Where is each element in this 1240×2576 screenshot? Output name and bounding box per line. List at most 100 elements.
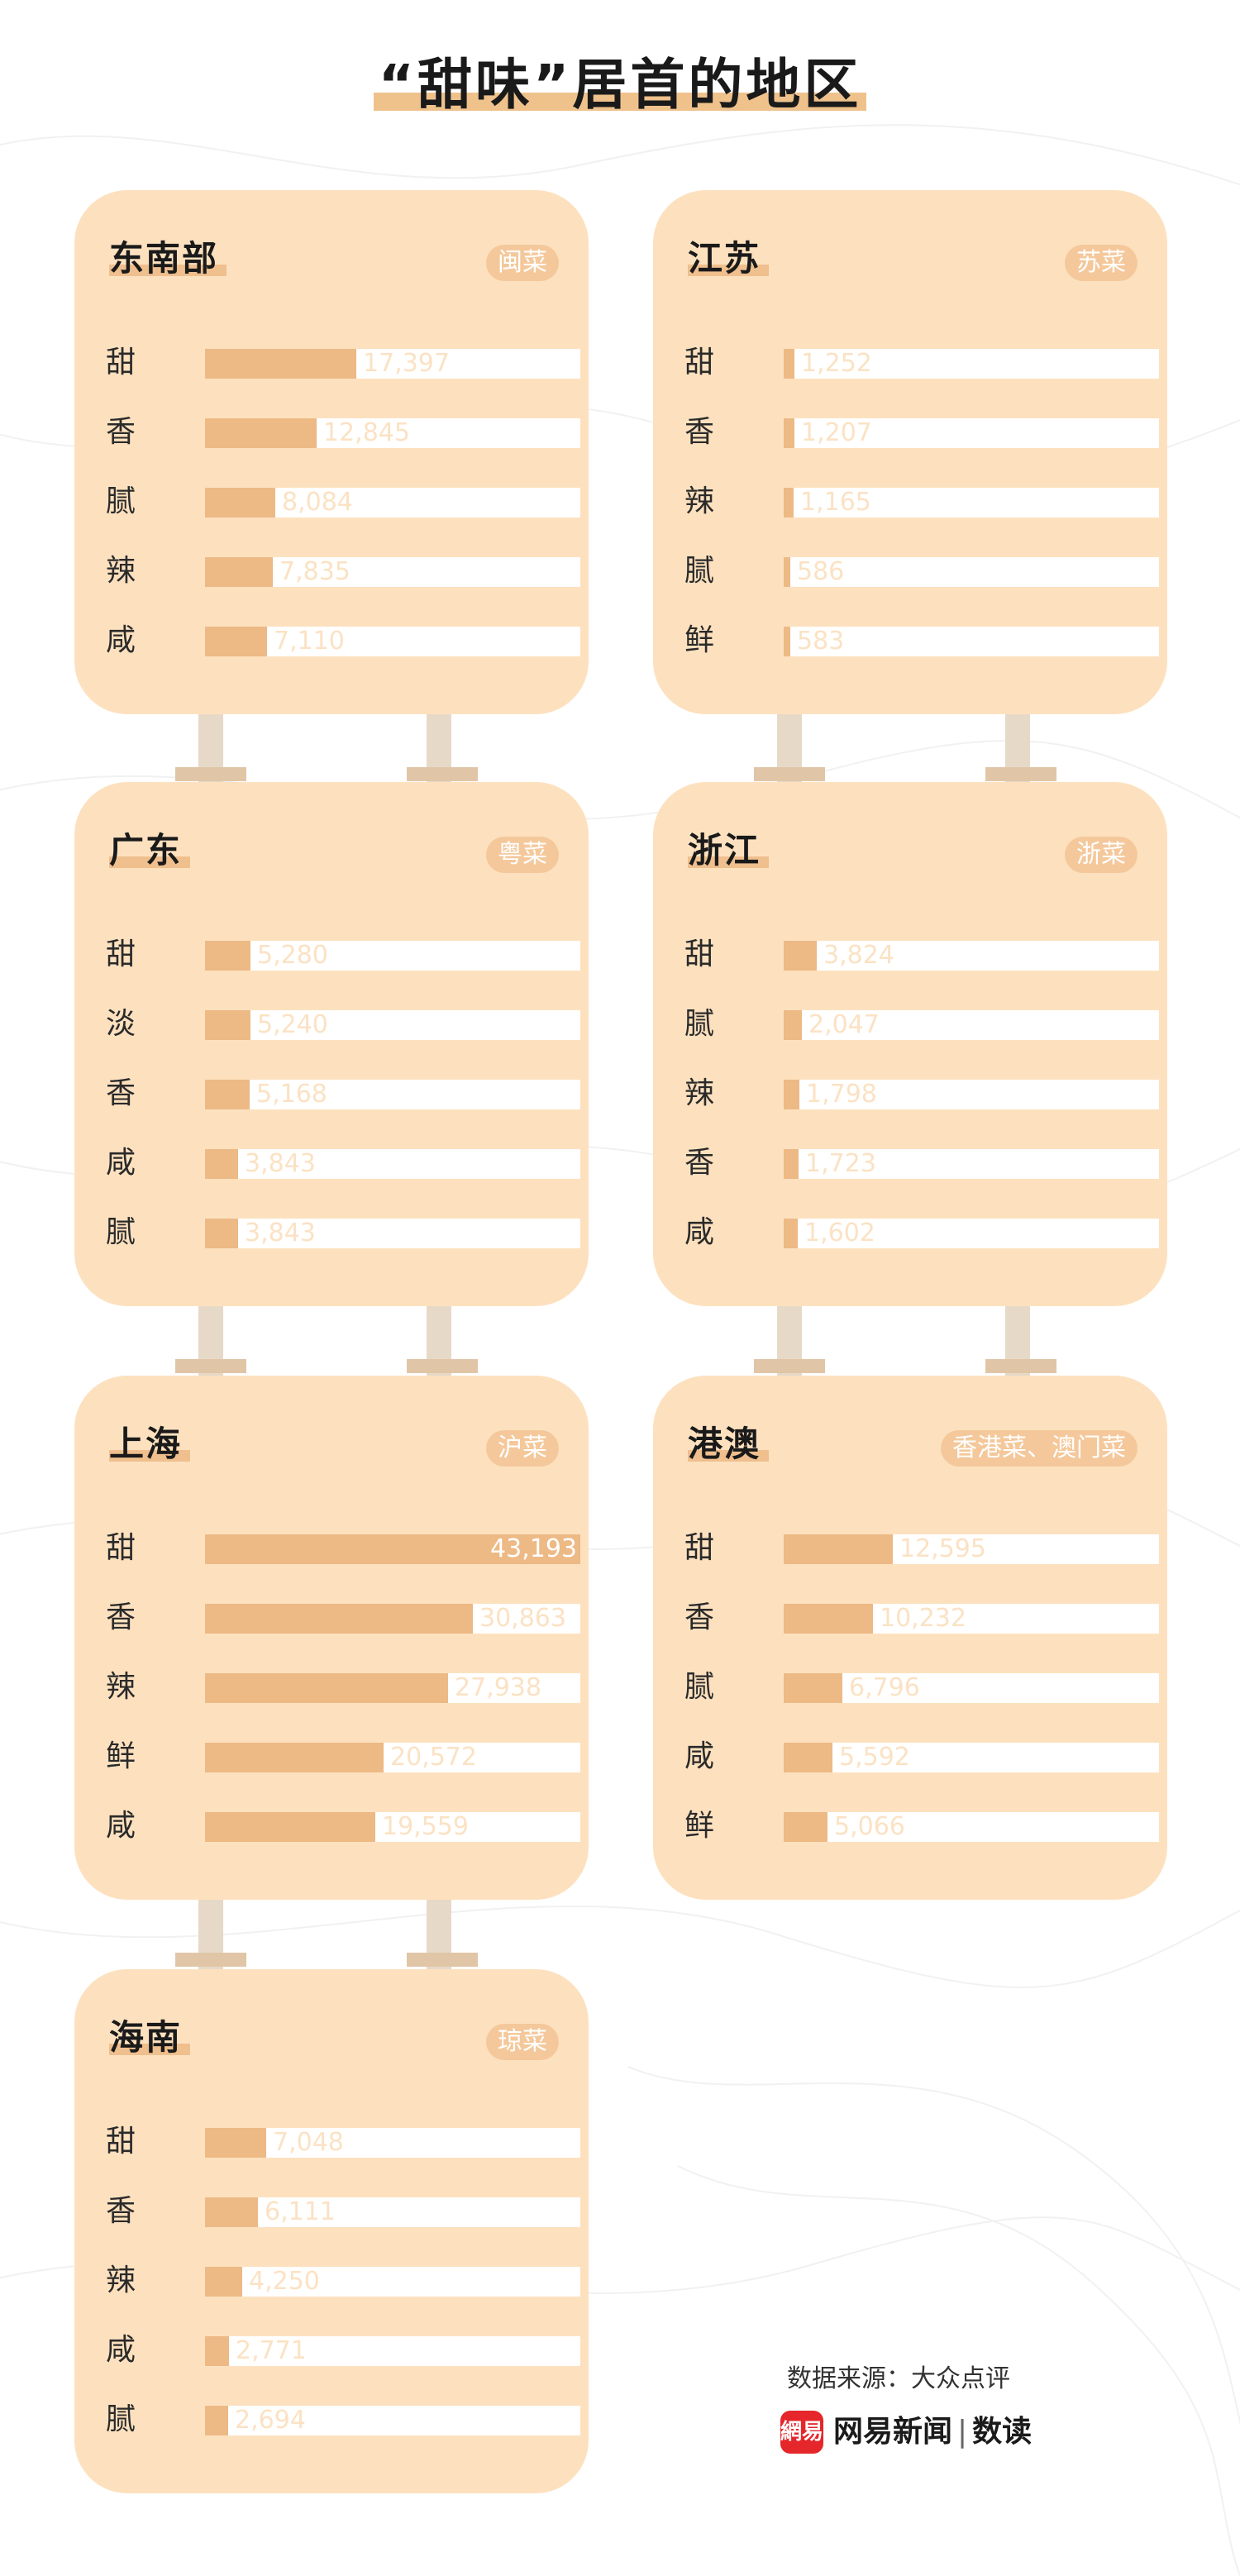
bar-value-label: 586 xyxy=(797,557,845,586)
bar-fill xyxy=(784,349,794,379)
bar-value-label: 2,771 xyxy=(236,2336,307,2365)
region-title-text: 港澳 xyxy=(688,1424,761,1464)
bar-fill xyxy=(205,1673,448,1703)
bar-fill xyxy=(784,1080,799,1109)
cuisine-badge: 琼菜 xyxy=(486,2024,559,2060)
region-title-text: 广东 xyxy=(109,830,183,871)
bar-fill xyxy=(784,418,794,448)
bar-fill xyxy=(784,627,790,656)
taste-label: 鲜 xyxy=(684,1809,715,1843)
bar-value-label: 8,084 xyxy=(282,488,353,517)
bar-track: 2,694 xyxy=(205,2406,580,2435)
bar-track: 7,110 xyxy=(205,627,580,656)
bar-fill xyxy=(205,1010,250,1040)
bar-fill xyxy=(205,1219,238,1248)
region-card: 东南部 闽菜甜 17,397 香 12,845 腻 8,084 辣 7,835 咸 7,110 xyxy=(74,190,589,714)
bar-fill xyxy=(784,1219,798,1248)
bar-track: 19,559 xyxy=(205,1812,580,1842)
card-header: 江苏 xyxy=(688,241,770,276)
bar-fill xyxy=(205,941,250,971)
taste-label: 咸 xyxy=(684,1739,715,1773)
region-card: 海南 琼菜甜 7,048 香 6,111 辣 4,250 咸 2,771 腻 2,694 xyxy=(74,1969,589,2493)
bar-value-label: 5,592 xyxy=(839,1743,910,1772)
taste-label: 甜 xyxy=(106,1531,136,1565)
taste-label: 甜 xyxy=(684,1531,715,1565)
region-card: 浙江 浙菜甜 3,824 腻 2,047 辣 1,798 香 1,723 咸 1,602 xyxy=(653,782,1167,1306)
taste-label: 香 xyxy=(684,1146,715,1180)
bar-fill xyxy=(205,557,273,587)
region-title-text: 上海 xyxy=(109,1424,183,1464)
bar-value-label: 7,835 xyxy=(279,557,351,586)
bar-value-label: 583 xyxy=(797,627,845,656)
bar-fill xyxy=(784,1149,799,1179)
cuisine-badge: 沪菜 xyxy=(486,1430,559,1467)
taste-label: 腻 xyxy=(106,484,136,518)
data-source: 数据来源：大众点评 xyxy=(787,2364,1010,2393)
bar-track: 5,280 xyxy=(205,941,580,971)
region-title-text: 海南 xyxy=(109,2017,183,2058)
bar-track: 2,771 xyxy=(205,2336,580,2366)
bar-track: 1,723 xyxy=(784,1149,1159,1179)
card-header: 东南部 xyxy=(109,238,227,279)
bar-fill xyxy=(205,1080,250,1109)
bar-fill xyxy=(784,1534,893,1564)
taste-label: 腻 xyxy=(106,1215,136,1249)
bar-track: 1,798 xyxy=(784,1080,1159,1109)
bar-track: 6,796 xyxy=(784,1673,1159,1703)
bar-fill xyxy=(784,488,794,518)
taste-label: 甜 xyxy=(106,2125,136,2159)
taste-label: 香 xyxy=(684,415,715,449)
bar-fill xyxy=(205,2406,228,2435)
region-title-text: 浙江 xyxy=(688,830,761,871)
bar-track: 30,863 xyxy=(205,1604,580,1634)
bar-value-label: 5,240 xyxy=(257,1010,328,1039)
bar-fill xyxy=(784,1743,832,1772)
taste-label: 腻 xyxy=(684,554,715,588)
bar-fill xyxy=(205,1743,384,1772)
brand-separator: | xyxy=(957,2415,968,2449)
connector-foot xyxy=(985,1359,1056,1373)
bar-track: 1,207 xyxy=(784,418,1159,448)
taste-label: 甜 xyxy=(684,937,715,971)
connector-foot xyxy=(175,767,246,781)
taste-label: 鲜 xyxy=(106,1739,136,1773)
region-title: 广东 xyxy=(109,830,191,871)
connector-foot xyxy=(407,1953,478,1967)
connector-foot xyxy=(407,1359,478,1373)
region-card: 广东 粤菜甜 5,280 淡 5,240 香 5,168 咸 3,843 腻 3,843 xyxy=(74,782,589,1306)
taste-label: 咸 xyxy=(106,623,136,657)
bar-track: 1,165 xyxy=(784,488,1159,518)
brand-column: 数读 xyxy=(972,2415,1033,2449)
bar-value-label: 2,694 xyxy=(235,2406,306,2435)
bar-value-label: 3,843 xyxy=(245,1219,316,1247)
bar-fill xyxy=(205,418,317,448)
bar-value-label: 4,250 xyxy=(249,2267,320,2296)
region-title-text: 东南部 xyxy=(109,238,219,279)
bar-fill xyxy=(784,941,817,971)
region-title: 上海 xyxy=(109,1424,191,1464)
bar-track: 3,824 xyxy=(784,941,1159,971)
bar-fill xyxy=(205,1149,238,1179)
bar-track: 5,240 xyxy=(205,1010,580,1040)
bar-track: 1,252 xyxy=(784,349,1159,379)
bar-fill xyxy=(205,1812,375,1842)
bar-fill xyxy=(205,627,267,656)
bar-track: 3,843 xyxy=(205,1219,580,1248)
taste-label: 咸 xyxy=(684,1215,715,1249)
bar-track: 1,602 xyxy=(784,1219,1159,1248)
bar-value-label: 1,798 xyxy=(806,1080,877,1109)
taste-label: 腻 xyxy=(684,1007,715,1041)
bar-value-label: 30,863 xyxy=(479,1604,566,1633)
brand-name: 网易新闻 | 数读 xyxy=(833,2409,1032,2455)
taste-label: 甜 xyxy=(106,346,136,379)
taste-label: 咸 xyxy=(106,1809,136,1843)
connector-foot xyxy=(407,767,478,781)
page-title: “甜味”居首的地区 xyxy=(373,58,867,112)
brand-name-text: 网易新闻 xyxy=(833,2415,953,2449)
bar-value-label: 5,280 xyxy=(257,941,328,970)
region-title: 海南 xyxy=(109,2017,191,2058)
taste-label: 辣 xyxy=(106,2264,136,2297)
bar-track: 5,066 xyxy=(784,1812,1159,1842)
taste-label: 香 xyxy=(106,1600,136,1634)
bar-fill xyxy=(784,1010,802,1040)
